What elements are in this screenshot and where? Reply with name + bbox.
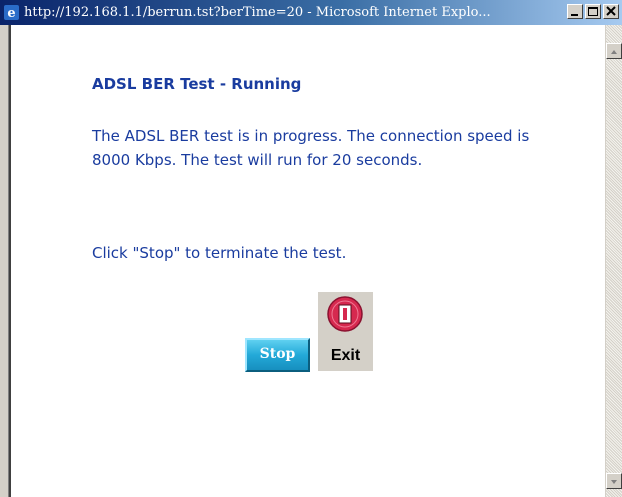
- minimize-button[interactable]: [567, 4, 583, 19]
- page-content: ADSL BER Test - Running The ADSL BER tes…: [11, 25, 605, 497]
- vertical-scrollbar[interactable]: [605, 25, 622, 497]
- stop-button-label: Stop: [259, 346, 296, 362]
- maximize-button[interactable]: [585, 4, 601, 19]
- close-icon: [606, 6, 616, 16]
- stop-button[interactable]: Stop: [245, 338, 310, 372]
- scroll-down-button[interactable]: [606, 473, 622, 489]
- browser-window: e http://192.168.1.1/berrun.tst?berTime=…: [0, 0, 622, 497]
- exit-button-label: Exit: [330, 347, 361, 364]
- page-title: ADSL BER Test - Running: [92, 75, 302, 93]
- progress-message: The ADSL BER test is in progress. The co…: [92, 127, 530, 169]
- window-frame-left: [0, 25, 9, 497]
- exit-power-icon: [327, 296, 363, 332]
- svg-text:e: e: [7, 6, 15, 21]
- arrow-down-icon: [611, 480, 617, 484]
- minimize-icon: [571, 14, 578, 16]
- maximize-icon: [588, 7, 598, 16]
- arrow-up-icon: [611, 50, 617, 54]
- ie-icon: e: [3, 4, 20, 21]
- window-title: http://192.168.1.1/berrun.tst?berTime=20…: [24, 5, 491, 20]
- close-button[interactable]: [603, 4, 619, 19]
- scroll-up-button[interactable]: [606, 43, 622, 59]
- title-bar[interactable]: e http://192.168.1.1/berrun.tst?berTime=…: [0, 0, 622, 25]
- exit-button[interactable]: Exit: [318, 292, 373, 371]
- instruction-message: Click "Stop" to terminate the test.: [92, 244, 347, 262]
